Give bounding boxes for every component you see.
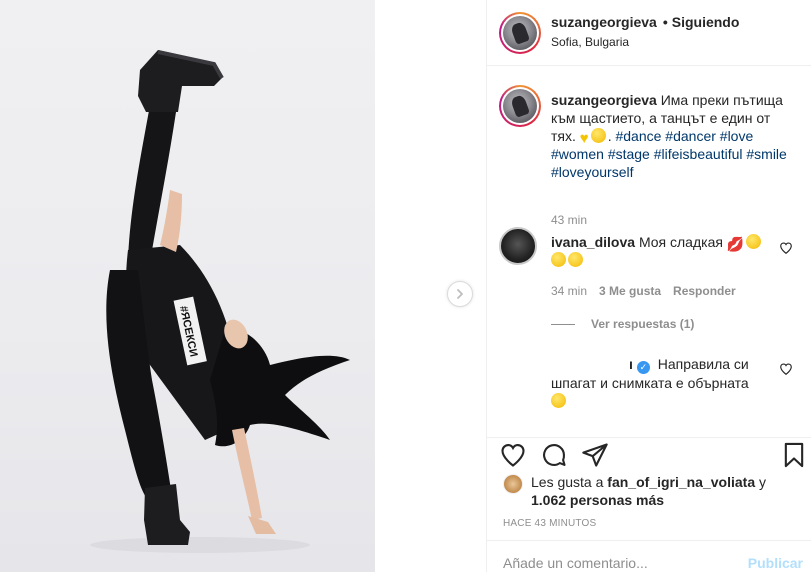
hashtag-link[interactable]: #dance (615, 128, 661, 144)
avatar-inner-ring (501, 14, 539, 52)
avatar-image (503, 16, 537, 50)
view-replies-label: Ver respuestas (1) (591, 317, 695, 331)
comment-text: Направила си шпагат и снимката е обърнат… (551, 356, 749, 391)
caption-text-block: suzangeorgieva Има преки пътища към щаст… (551, 91, 787, 181)
comment-author[interactable]: ivana_dilova (551, 234, 635, 250)
kissing-face-icon (746, 234, 762, 249)
upper-arm (160, 190, 182, 252)
post-timestamp[interactable]: HACE 43 MINUTOS (503, 518, 596, 529)
bookmark-icon[interactable] (780, 441, 808, 469)
hashtag-link[interactable]: #smile (746, 146, 786, 162)
caption-tail: . (607, 128, 612, 144)
raised-boot (138, 50, 222, 112)
view-replies-button[interactable]: Ver respuestas (1) (551, 317, 694, 331)
hashtag-link[interactable]: #lifeisbeautiful (654, 146, 743, 162)
dancer-photo-illustration: #ЯСЕКСИ (90, 50, 350, 553)
kissing-face-icon (568, 252, 583, 267)
comment-meta: 34 min 3 Me gusta Responder (551, 284, 736, 298)
winking-face-tongue-icon (551, 393, 566, 408)
sun-icon (590, 128, 606, 143)
liker-avatar[interactable] (503, 474, 523, 494)
floor-shadow (90, 537, 310, 553)
likes-count-link[interactable]: 1.062 personas más (531, 492, 664, 508)
replies-line (551, 323, 575, 325)
standing-boot (144, 484, 190, 545)
caption-time: 43 min (551, 213, 588, 227)
reply-button[interactable]: Responder (673, 284, 736, 298)
heart-icon[interactable] (779, 241, 793, 255)
comment-icon[interactable] (540, 441, 568, 469)
kissing-face-icon (551, 252, 566, 267)
comment-text: Моя сладкая (638, 234, 723, 250)
caption-author-avatar[interactable] (499, 85, 541, 127)
share-icon[interactable] (581, 441, 609, 469)
kiss-mark-icon: 💋 (726, 236, 745, 252)
likes-joiner: y (759, 474, 766, 490)
commenter-avatar[interactable] (499, 227, 537, 265)
author-username[interactable]: suzangeorgieva (551, 14, 657, 30)
author-avatar[interactable] (499, 12, 541, 54)
yellow-heart-icon: ♥ (579, 130, 589, 147)
post-header: suzangeorgieva • Siguiendo Sofia, Bulgaria (487, 0, 811, 66)
comment-time: 34 min (551, 284, 588, 298)
comment-author[interactable]: ı (629, 356, 633, 372)
post-media: #ЯСЕКСИ (0, 0, 486, 572)
likes-text: Les gusta a fan_of_igri_na_voliata y 1.0… (531, 473, 801, 509)
comment-text-block: ivana_dilova Моя сладкая 💋 (551, 233, 787, 269)
caption-author[interactable]: suzangeorgieva (551, 92, 657, 108)
chevron-right-icon (457, 289, 463, 299)
location-link[interactable]: Sofia, Bulgaria (551, 35, 629, 49)
hashtag-link[interactable]: #dancer (665, 128, 716, 144)
hand (248, 516, 276, 534)
hashtag-link[interactable]: #loveyourself (551, 164, 634, 180)
verified-icon: ✓ (636, 361, 650, 374)
publish-button[interactable]: Publicar (748, 555, 803, 571)
lower-arm (232, 428, 262, 520)
heart-icon[interactable] (499, 441, 527, 469)
next-photo-button[interactable] (447, 281, 473, 307)
author-line: suzangeorgieva • Siguiendo (551, 14, 739, 30)
heart-icon[interactable] (779, 362, 793, 376)
follow-status-button[interactable]: Siguiendo (672, 14, 740, 30)
liker-username[interactable]: fan_of_igri_na_voliata (607, 474, 755, 490)
hashtag-link[interactable]: #love (720, 128, 753, 144)
hashtag-link[interactable]: #women (551, 146, 604, 162)
likes-prefix: Les gusta a (531, 474, 604, 490)
comments-list[interactable]: suzangeorgieva Има преки пътища към щаст… (487, 67, 811, 436)
comment-text-block: ı ✓ Направила си шпагат и снимката е обър… (551, 355, 787, 410)
comment-input[interactable] (503, 555, 733, 571)
separator-dot: • (662, 14, 668, 30)
avatar-inner-ring (501, 87, 539, 125)
hashtag-link[interactable]: #stage (608, 146, 650, 162)
post-photo[interactable]: #ЯСЕКСИ (0, 0, 375, 572)
avatar-image (503, 89, 537, 123)
hair (210, 329, 350, 447)
comment-likes-link[interactable]: 3 Me gusta (599, 284, 661, 298)
comment-composer: Publicar (487, 540, 811, 572)
post-side-panel: suzangeorgieva • Siguiendo Sofia, Bulgaria… (486, 0, 811, 572)
